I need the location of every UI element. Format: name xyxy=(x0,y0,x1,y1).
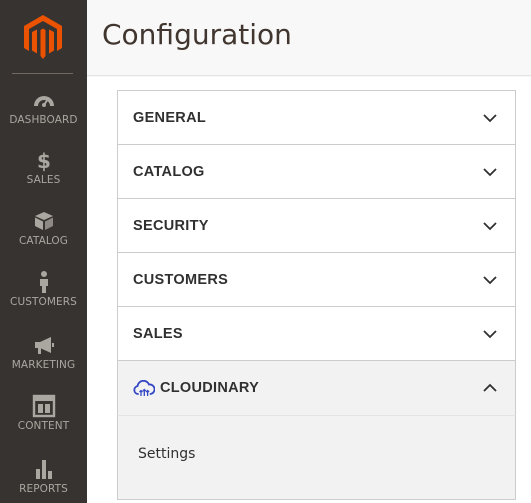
config-tabs: GENERAL CATALOG SECURITY CUSTOMERS SALES xyxy=(117,90,516,500)
chevron-down-icon xyxy=(483,221,497,230)
config-item-settings[interactable]: Settings xyxy=(138,446,195,462)
config-section-cloudinary[interactable]: CLOUDINARY xyxy=(117,360,516,415)
config-section-label: CUSTOMERS xyxy=(133,271,229,288)
nav-marketing-label: MARKETING xyxy=(11,359,76,371)
config-section-catalog[interactable]: CATALOG xyxy=(117,144,516,198)
page-title: Configuration xyxy=(102,18,292,51)
layout-icon xyxy=(32,394,55,418)
magento-logo-icon[interactable] xyxy=(24,15,62,59)
nav-marketing[interactable]: MARKETING xyxy=(0,333,87,371)
chevron-down-icon xyxy=(483,329,497,338)
box-icon xyxy=(34,212,53,230)
chevron-down-icon xyxy=(483,275,497,284)
nav-dashboard[interactable]: DASHBOARD xyxy=(0,88,87,126)
nav-catalog-label: CATALOG xyxy=(18,235,69,247)
config-section-security[interactable]: SECURITY xyxy=(117,198,516,252)
config-section-label: GENERAL xyxy=(133,109,206,126)
config-section-customers[interactable]: CUSTOMERS xyxy=(117,252,516,306)
nav-catalog[interactable]: CATALOG xyxy=(0,209,87,247)
config-section-label: SALES xyxy=(133,325,183,342)
nav-content-label: CONTENT xyxy=(17,420,70,432)
cloudinary-subitems: Settings xyxy=(117,415,516,500)
nav-customers-label: CUSTOMERS xyxy=(10,296,77,308)
megaphone-icon xyxy=(34,337,54,354)
admin-sidebar: DASHBOARD $ SALES CATALOG CUSTOMERS MARK… xyxy=(0,0,87,503)
nav-sales[interactable]: $ SALES xyxy=(0,148,87,186)
svg-text:$: $ xyxy=(37,149,51,172)
config-section-label: SECURITY xyxy=(133,217,209,234)
dollar-icon: $ xyxy=(37,149,51,172)
nav-sales-label: SALES xyxy=(26,174,61,186)
chevron-down-icon xyxy=(483,167,497,176)
config-section-sales[interactable]: SALES xyxy=(117,306,516,360)
logo-divider xyxy=(12,73,73,74)
nav-content[interactable]: CONTENT xyxy=(0,394,87,432)
admin-app: DASHBOARD $ SALES CATALOG CUSTOMERS MARK… xyxy=(0,0,531,503)
nav-reports[interactable]: REPORTS xyxy=(0,457,87,495)
config-section-label: CLOUDINARY xyxy=(160,380,260,396)
cloudinary-icon xyxy=(133,380,155,396)
config-section-general[interactable]: GENERAL xyxy=(117,90,516,144)
nav-dashboard-label: DASHBOARD xyxy=(9,114,78,126)
nav-customers[interactable]: CUSTOMERS xyxy=(0,270,87,308)
chevron-down-icon xyxy=(483,113,497,122)
dashboard-icon xyxy=(33,96,54,107)
person-icon xyxy=(39,271,48,293)
page-header: Configuration xyxy=(87,0,531,76)
nav-reports-label: REPORTS xyxy=(19,483,68,495)
config-section-label: CATALOG xyxy=(133,163,205,180)
chevron-up-icon xyxy=(483,383,497,392)
bar-chart-icon xyxy=(35,460,52,479)
